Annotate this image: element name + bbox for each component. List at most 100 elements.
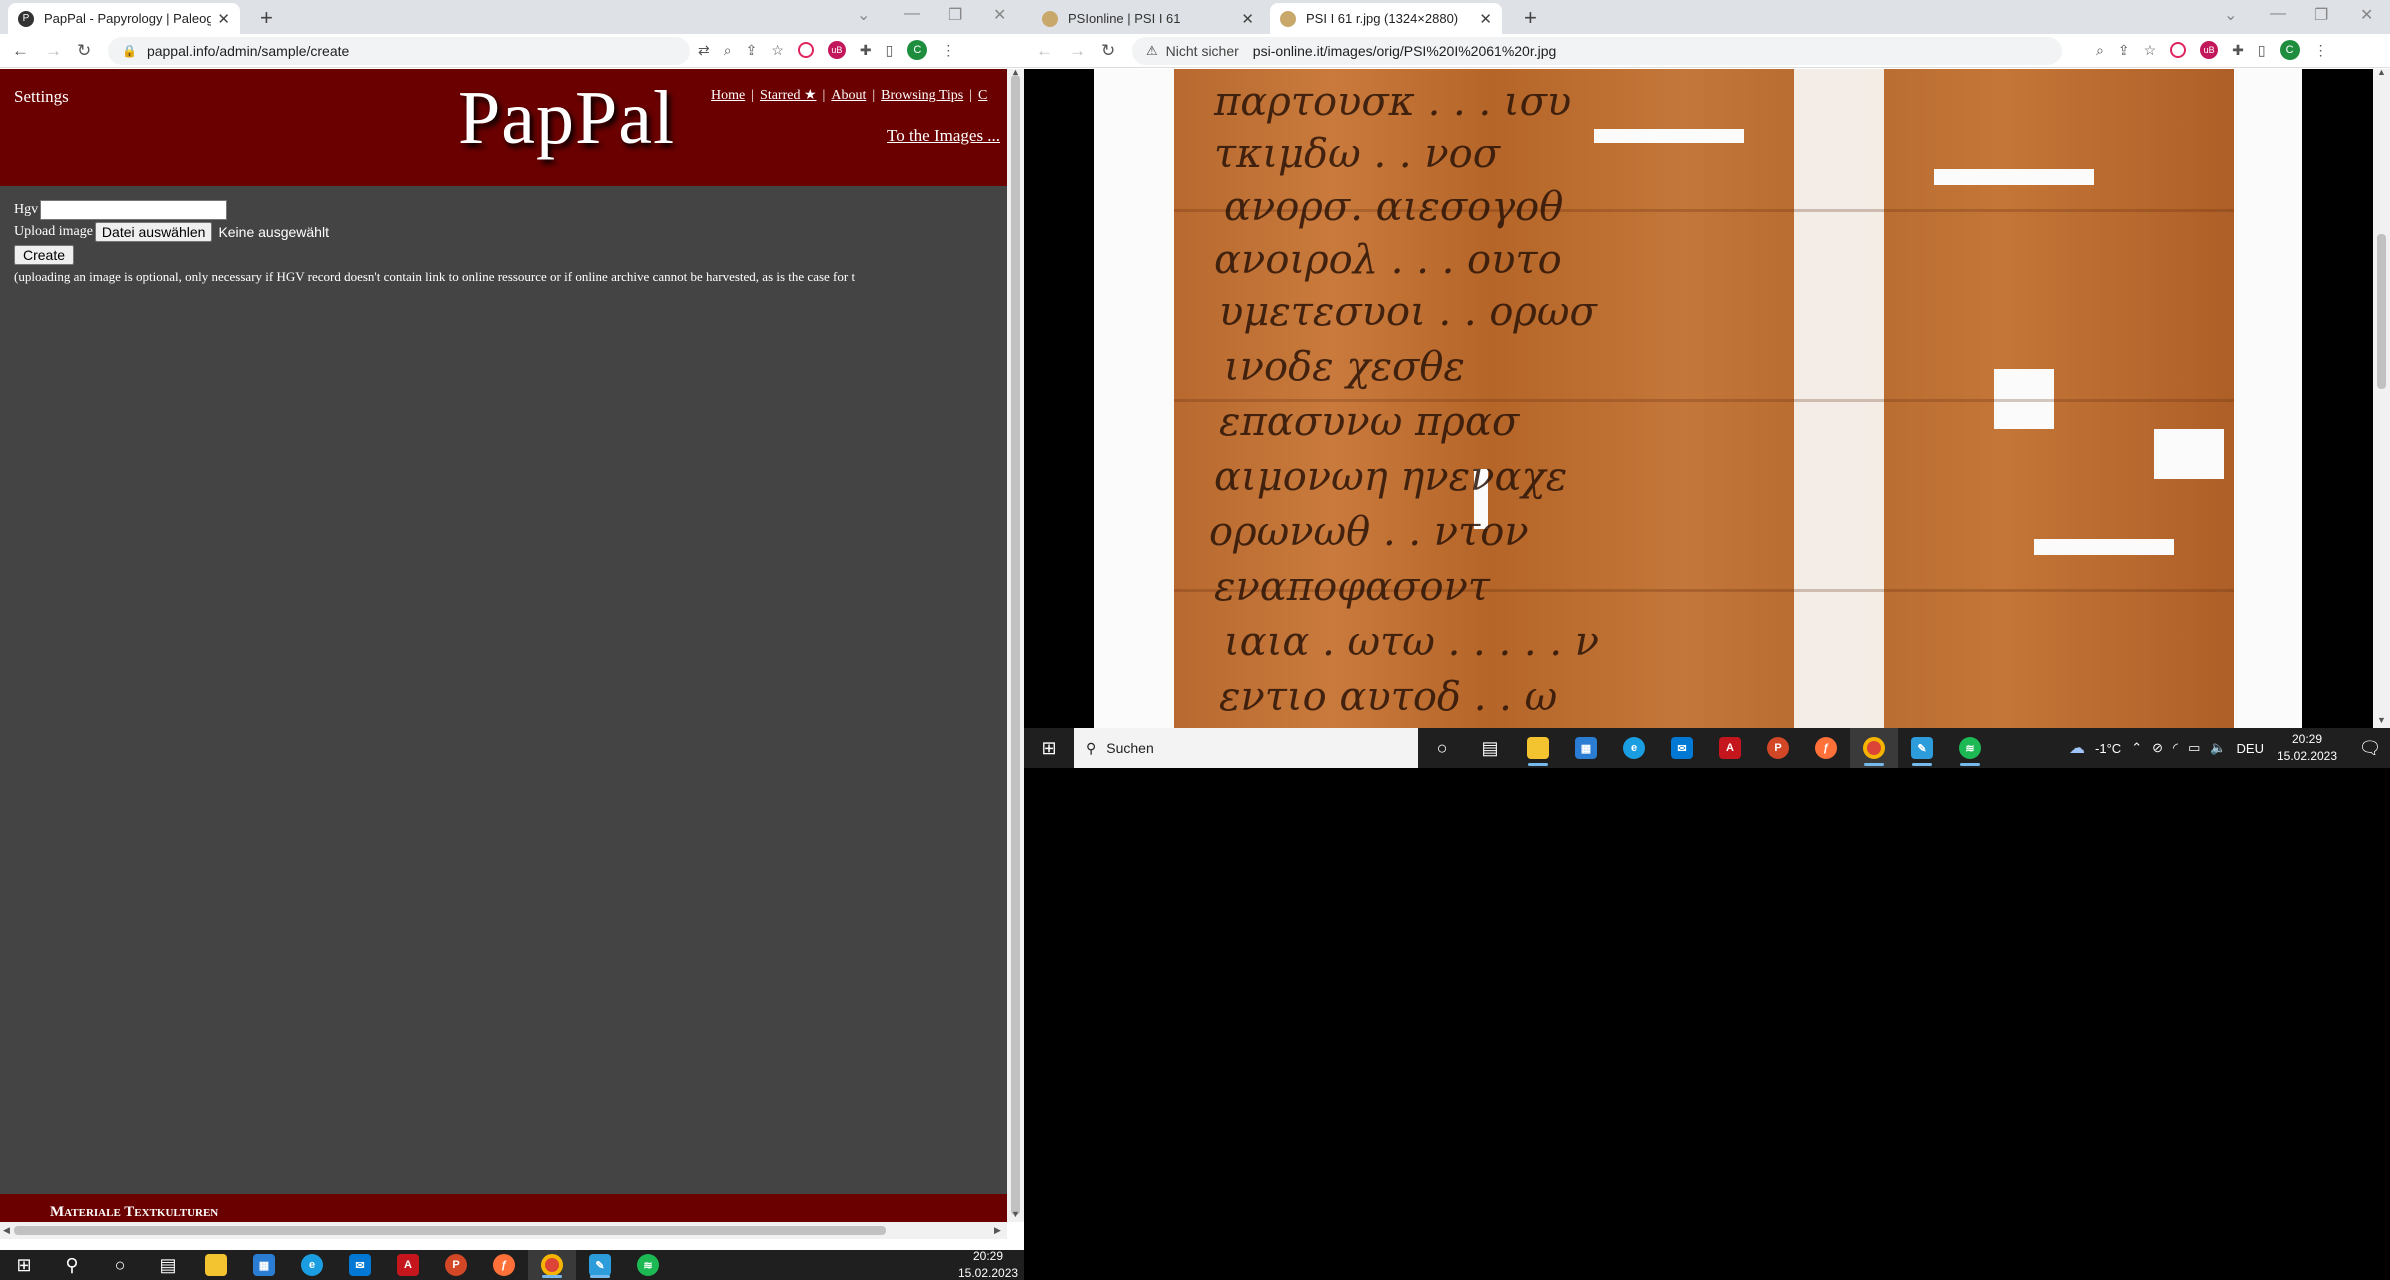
start-button[interactable]: ⊞ — [1024, 728, 1074, 768]
scroll-left-icon[interactable]: ◀ — [3, 1225, 10, 1236]
url-field[interactable]: 🔒 pappal.info/admin/sample/create — [108, 37, 690, 65]
file-explorer-icon[interactable] — [1514, 728, 1562, 768]
vertical-scroll-thumb[interactable] — [2377, 234, 2386, 389]
volume-icon[interactable]: 🔈 — [2210, 740, 2226, 756]
store-icon[interactable]: ▦ — [1562, 728, 1610, 768]
reload-icon[interactable]: ↻ — [1101, 41, 1115, 61]
tab-psi-image[interactable]: PSI I 61 r.jpg (1324×2880) ✕ — [1270, 3, 1502, 34]
extension-pink-icon[interactable]: uB — [2200, 41, 2219, 59]
powerpoint-icon[interactable]: P — [432, 1250, 480, 1280]
close-window-icon[interactable]: ✕ — [2360, 5, 2373, 25]
nav-starred-link[interactable]: Starred ★ — [760, 88, 816, 103]
powerpoint-icon[interactable]: P — [1754, 728, 1802, 768]
tab-search-icon[interactable]: ⌄ — [2224, 5, 2237, 25]
back-icon[interactable]: ← — [12, 41, 29, 61]
scroll-down-icon[interactable]: ▼ — [1011, 1209, 1020, 1219]
zoom-icon[interactable]: ⌕ — [724, 42, 732, 59]
firefox-icon[interactable]: ƒ — [480, 1250, 528, 1280]
zoom-icon[interactable]: ⌕ — [2096, 42, 2104, 59]
extension-pink-icon[interactable]: uB — [827, 41, 846, 59]
scroll-up-icon[interactable]: ▲ — [1011, 67, 1020, 77]
share-icon[interactable]: ⇪ — [2118, 42, 2130, 59]
close-tab-icon[interactable]: ✕ — [1241, 10, 1254, 28]
battery-icon[interactable]: ▭ — [2188, 740, 2200, 756]
papyrus-image[interactable]: παρτουσκ . . . ισυ τκιμδω . . νοσ ανορσ.… — [1174, 69, 2234, 728]
notifications-icon[interactable]: 🗨 — [2350, 728, 2390, 768]
acrobat-icon[interactable]: A — [384, 1250, 432, 1280]
horizontal-scroll-thumb[interactable] — [14, 1226, 886, 1235]
choose-file-button[interactable]: Datei auswählen — [94, 222, 213, 242]
clock[interactable]: 20:29 15.02.2023 — [958, 1248, 1018, 1280]
chrome-icon[interactable] — [1850, 728, 1898, 768]
new-tab-icon[interactable]: + — [1524, 5, 1537, 31]
store-icon[interactable]: ▦ — [240, 1250, 288, 1280]
scroll-up-icon[interactable]: ▲ — [2377, 67, 2386, 77]
horizontal-scrollbar[interactable]: ◀ ▶ — [0, 1222, 1007, 1239]
extension-red-icon[interactable] — [797, 42, 814, 58]
notes-app-icon[interactable]: ✎ — [576, 1250, 624, 1280]
firefox-icon[interactable]: ƒ — [1802, 728, 1850, 768]
language-indicator[interactable]: DEU — [2237, 741, 2264, 756]
forward-icon[interactable]: → — [1069, 41, 1086, 61]
new-tab-icon[interactable]: + — [260, 5, 273, 31]
weather-temperature[interactable]: -1°C — [2095, 741, 2121, 756]
menu-kebab-icon[interactable]: ⋮ — [941, 42, 955, 59]
extension-red-icon[interactable] — [2170, 42, 2187, 58]
translate-icon[interactable]: ⇄ — [698, 42, 710, 59]
extensions-puzzle-icon[interactable]: ✚ — [860, 42, 872, 59]
to-the-images-link[interactable]: To the Images ... — [887, 126, 1000, 146]
search-icon[interactable]: ⚲ — [48, 1250, 96, 1280]
menu-kebab-icon[interactable]: ⋮ — [2314, 42, 2328, 59]
mail-icon[interactable]: ✉ — [1658, 728, 1706, 768]
acrobat-icon[interactable]: A — [1706, 728, 1754, 768]
scroll-down-icon[interactable]: ▼ — [2377, 715, 2386, 725]
close-window-icon[interactable]: ✕ — [993, 5, 1006, 25]
extensions-puzzle-icon[interactable]: ✚ — [2232, 42, 2244, 59]
back-icon[interactable]: ← — [1036, 41, 1053, 61]
settings-link[interactable]: Settings — [14, 87, 69, 107]
nav-about-link[interactable]: About — [831, 88, 866, 103]
close-tab-icon[interactable]: ✕ — [1479, 10, 1492, 28]
reload-icon[interactable]: ↻ — [77, 41, 91, 61]
cortana-icon[interactable]: ○ — [96, 1250, 144, 1280]
create-button[interactable]: Create — [14, 245, 75, 265]
minimize-icon[interactable]: — — [2270, 5, 2286, 23]
bookmark-star-icon[interactable]: ☆ — [2144, 42, 2157, 59]
scroll-right-icon[interactable]: ▶ — [994, 1225, 1001, 1236]
start-button[interactable]: ⊞ — [0, 1250, 48, 1280]
vertical-scroll-thumb[interactable] — [1011, 75, 1020, 1215]
network-icon[interactable]: ⊘ — [2152, 740, 2163, 756]
nav-home-link[interactable]: Home — [711, 88, 745, 103]
mail-icon[interactable]: ✉ — [336, 1250, 384, 1280]
spotify-icon[interactable]: ≋ — [1946, 728, 1994, 768]
restore-icon[interactable]: ❐ — [2314, 5, 2328, 25]
tray-chevron-icon[interactable]: ⌃ — [2131, 740, 2142, 756]
nav-browsing-tips-link[interactable]: Browsing Tips — [881, 88, 963, 103]
nav-cut-link[interactable]: C — [978, 88, 987, 103]
weather-cloud-icon[interactable]: ☁ — [2069, 738, 2085, 758]
cortana-icon[interactable]: ○ — [1418, 728, 1466, 768]
bookmark-star-icon[interactable]: ☆ — [771, 42, 784, 59]
profile-avatar[interactable]: C — [2279, 40, 2300, 60]
task-view-icon[interactable]: ▤ — [144, 1250, 192, 1280]
taskbar-search-box[interactable]: ⚲ Suchen — [1074, 728, 1418, 768]
edge-icon[interactable]: e — [1610, 728, 1658, 768]
restore-icon[interactable]: ❐ — [948, 5, 962, 25]
tab-search-icon[interactable]: ⌄ — [857, 5, 870, 25]
side-panel-icon[interactable]: ▯ — [886, 42, 894, 59]
close-tab-icon[interactable]: ✕ — [217, 10, 230, 28]
profile-avatar[interactable]: C — [907, 40, 928, 60]
tab-pappal[interactable]: P PapPal - Papyrology | Paleography ✕ — [8, 3, 240, 34]
forward-icon[interactable]: → — [45, 41, 62, 61]
share-icon[interactable]: ⇪ — [746, 42, 758, 59]
spotify-icon[interactable]: ≋ — [624, 1250, 672, 1280]
tab-psionline[interactable]: PSIonline | PSI I 61 ✕ — [1032, 3, 1264, 34]
wifi-icon[interactable]: ◜ — [2173, 740, 2178, 756]
notes-app-icon[interactable]: ✎ — [1898, 728, 1946, 768]
vertical-scrollbar[interactable]: ▲ ▼ — [2373, 67, 2390, 728]
chrome-icon[interactable] — [528, 1250, 576, 1280]
file-explorer-icon[interactable] — [192, 1250, 240, 1280]
edge-icon[interactable]: e — [288, 1250, 336, 1280]
url-field[interactable]: ⚠ Nicht sicher psi-online.it/images/orig… — [1132, 37, 2062, 65]
vertical-scrollbar[interactable]: ▲ ▼ — [1007, 67, 1024, 1222]
